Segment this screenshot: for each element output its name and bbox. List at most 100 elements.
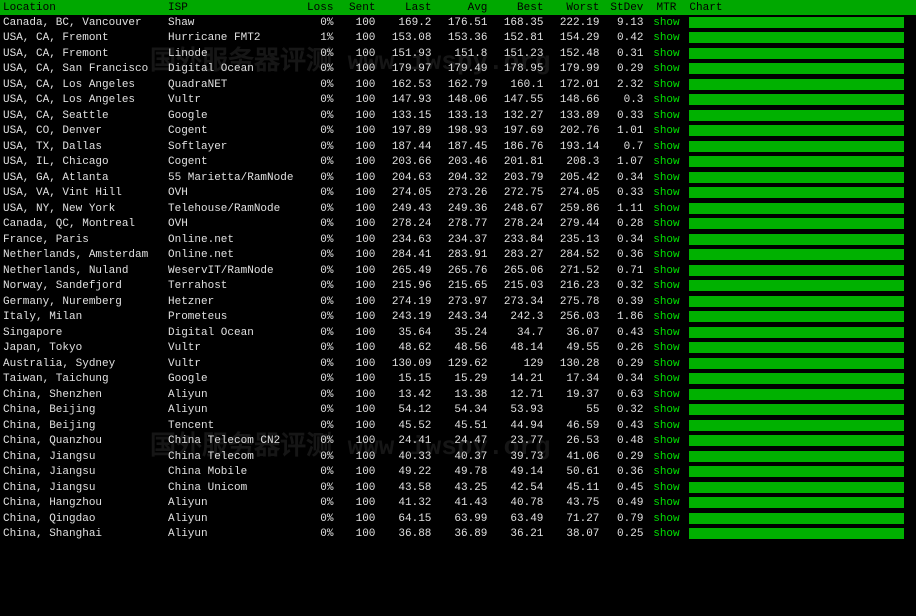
cell-avg: 54.34 bbox=[434, 403, 490, 419]
cell-worst: 71.27 bbox=[546, 511, 602, 527]
cell-location: USA, IL, Chicago bbox=[0, 155, 165, 171]
mtr-show-link[interactable]: show bbox=[646, 62, 686, 78]
chart-bar bbox=[689, 218, 904, 229]
cell-isp: Hurricane FMT2 bbox=[165, 31, 296, 47]
cell-isp: Aliyun bbox=[165, 387, 296, 403]
cell-avg: 187.45 bbox=[434, 139, 490, 155]
mtr-show-link[interactable]: show bbox=[646, 449, 686, 465]
mtr-show-link[interactable]: show bbox=[646, 434, 686, 450]
mtr-show-link[interactable]: show bbox=[646, 15, 686, 31]
cell-last: 215.96 bbox=[378, 279, 434, 295]
table-row: USA, CA, FremontHurricane FMT21%100153.0… bbox=[0, 31, 916, 47]
mtr-show-link[interactable]: show bbox=[646, 263, 686, 279]
cell-best: 34.7 bbox=[490, 325, 546, 341]
cell-stdev: 0.25 bbox=[602, 527, 646, 543]
cell-avg: 35.24 bbox=[434, 325, 490, 341]
cell-chart bbox=[686, 325, 916, 341]
cell-location: USA, GA, Atlanta bbox=[0, 170, 165, 186]
mtr-show-link[interactable]: show bbox=[646, 248, 686, 264]
cell-loss: 0% bbox=[296, 62, 336, 78]
mtr-show-link[interactable]: show bbox=[646, 527, 686, 543]
cell-best: 12.71 bbox=[490, 387, 546, 403]
mtr-show-link[interactable]: show bbox=[646, 372, 686, 388]
cell-last: 41.32 bbox=[378, 496, 434, 512]
cell-location: USA, CA, Fremont bbox=[0, 46, 165, 62]
cell-best: 40.78 bbox=[490, 496, 546, 512]
chart-bar bbox=[689, 528, 904, 539]
chart-bar bbox=[689, 94, 904, 105]
mtr-show-link[interactable]: show bbox=[646, 279, 686, 295]
cell-chart bbox=[686, 356, 916, 372]
cell-chart bbox=[686, 496, 916, 512]
mtr-show-link[interactable]: show bbox=[646, 496, 686, 512]
mtr-show-link[interactable]: show bbox=[646, 201, 686, 217]
cell-avg: 283.91 bbox=[434, 248, 490, 264]
chart-bar bbox=[689, 342, 904, 353]
mtr-show-link[interactable]: show bbox=[646, 232, 686, 248]
mtr-show-link[interactable]: show bbox=[646, 310, 686, 326]
cell-avg: 278.77 bbox=[434, 217, 490, 233]
cell-best: 49.14 bbox=[490, 465, 546, 481]
cell-location: Norway, Sandefjord bbox=[0, 279, 165, 295]
table-row: China, BeijingTencent0%10045.5245.5144.9… bbox=[0, 418, 916, 434]
cell-loss: 0% bbox=[296, 403, 336, 419]
cell-loss: 0% bbox=[296, 480, 336, 496]
cell-chart bbox=[686, 480, 916, 496]
cell-loss: 0% bbox=[296, 341, 336, 357]
cell-location: China, Jiangsu bbox=[0, 449, 165, 465]
mtr-show-link[interactable]: show bbox=[646, 511, 686, 527]
mtr-show-link[interactable]: show bbox=[646, 356, 686, 372]
cell-isp: Cogent bbox=[165, 124, 296, 140]
mtr-show-link[interactable]: show bbox=[646, 155, 686, 171]
mtr-show-link[interactable]: show bbox=[646, 480, 686, 496]
cell-isp: OVH bbox=[165, 217, 296, 233]
cell-last: 151.93 bbox=[378, 46, 434, 62]
cell-sent: 100 bbox=[336, 139, 378, 155]
table-row: Germany, NurembergHetzner0%100274.19273.… bbox=[0, 294, 916, 310]
mtr-show-link[interactable]: show bbox=[646, 294, 686, 310]
mtr-show-link[interactable]: show bbox=[646, 217, 686, 233]
mtr-show-link[interactable]: show bbox=[646, 186, 686, 202]
cell-last: 203.66 bbox=[378, 155, 434, 171]
cell-location: USA, CA, Fremont bbox=[0, 31, 165, 47]
cell-stdev: 0.79 bbox=[602, 511, 646, 527]
mtr-show-link[interactable]: show bbox=[646, 124, 686, 140]
cell-sent: 100 bbox=[336, 155, 378, 171]
cell-worst: 152.48 bbox=[546, 46, 602, 62]
mtr-show-link[interactable]: show bbox=[646, 465, 686, 481]
cell-avg: 153.36 bbox=[434, 31, 490, 47]
cell-location: China, Shanghai bbox=[0, 527, 165, 543]
mtr-show-link[interactable]: show bbox=[646, 31, 686, 47]
mtr-show-link[interactable]: show bbox=[646, 46, 686, 62]
table-row: China, JiangsuChina Unicom0%10043.5843.2… bbox=[0, 480, 916, 496]
table-row: China, QuanzhouChina Telecom CN20%10024.… bbox=[0, 434, 916, 450]
cell-sent: 100 bbox=[336, 387, 378, 403]
cell-worst: 41.06 bbox=[546, 449, 602, 465]
mtr-show-link[interactable]: show bbox=[646, 170, 686, 186]
cell-avg: 234.37 bbox=[434, 232, 490, 248]
header-sent: Sent bbox=[336, 0, 378, 15]
mtr-show-link[interactable]: show bbox=[646, 325, 686, 341]
cell-best: 23.77 bbox=[490, 434, 546, 450]
cell-best: 48.14 bbox=[490, 341, 546, 357]
mtr-show-link[interactable]: show bbox=[646, 139, 686, 155]
cell-loss: 0% bbox=[296, 279, 336, 295]
chart-bar bbox=[689, 156, 904, 167]
cell-chart bbox=[686, 527, 916, 543]
mtr-show-link[interactable]: show bbox=[646, 387, 686, 403]
cell-avg: 204.32 bbox=[434, 170, 490, 186]
cell-loss: 0% bbox=[296, 325, 336, 341]
chart-bar bbox=[689, 311, 904, 322]
mtr-show-link[interactable]: show bbox=[646, 77, 686, 93]
cell-location: China, Beijing bbox=[0, 418, 165, 434]
mtr-show-link[interactable]: show bbox=[646, 403, 686, 419]
cell-avg: 129.62 bbox=[434, 356, 490, 372]
mtr-show-link[interactable]: show bbox=[646, 418, 686, 434]
mtr-show-link[interactable]: show bbox=[646, 341, 686, 357]
cell-stdev: 1.01 bbox=[602, 124, 646, 140]
cell-isp: Google bbox=[165, 108, 296, 124]
cell-isp: OVH bbox=[165, 186, 296, 202]
mtr-show-link[interactable]: show bbox=[646, 93, 686, 109]
cell-location: USA, VA, Vint Hill bbox=[0, 186, 165, 202]
mtr-show-link[interactable]: show bbox=[646, 108, 686, 124]
